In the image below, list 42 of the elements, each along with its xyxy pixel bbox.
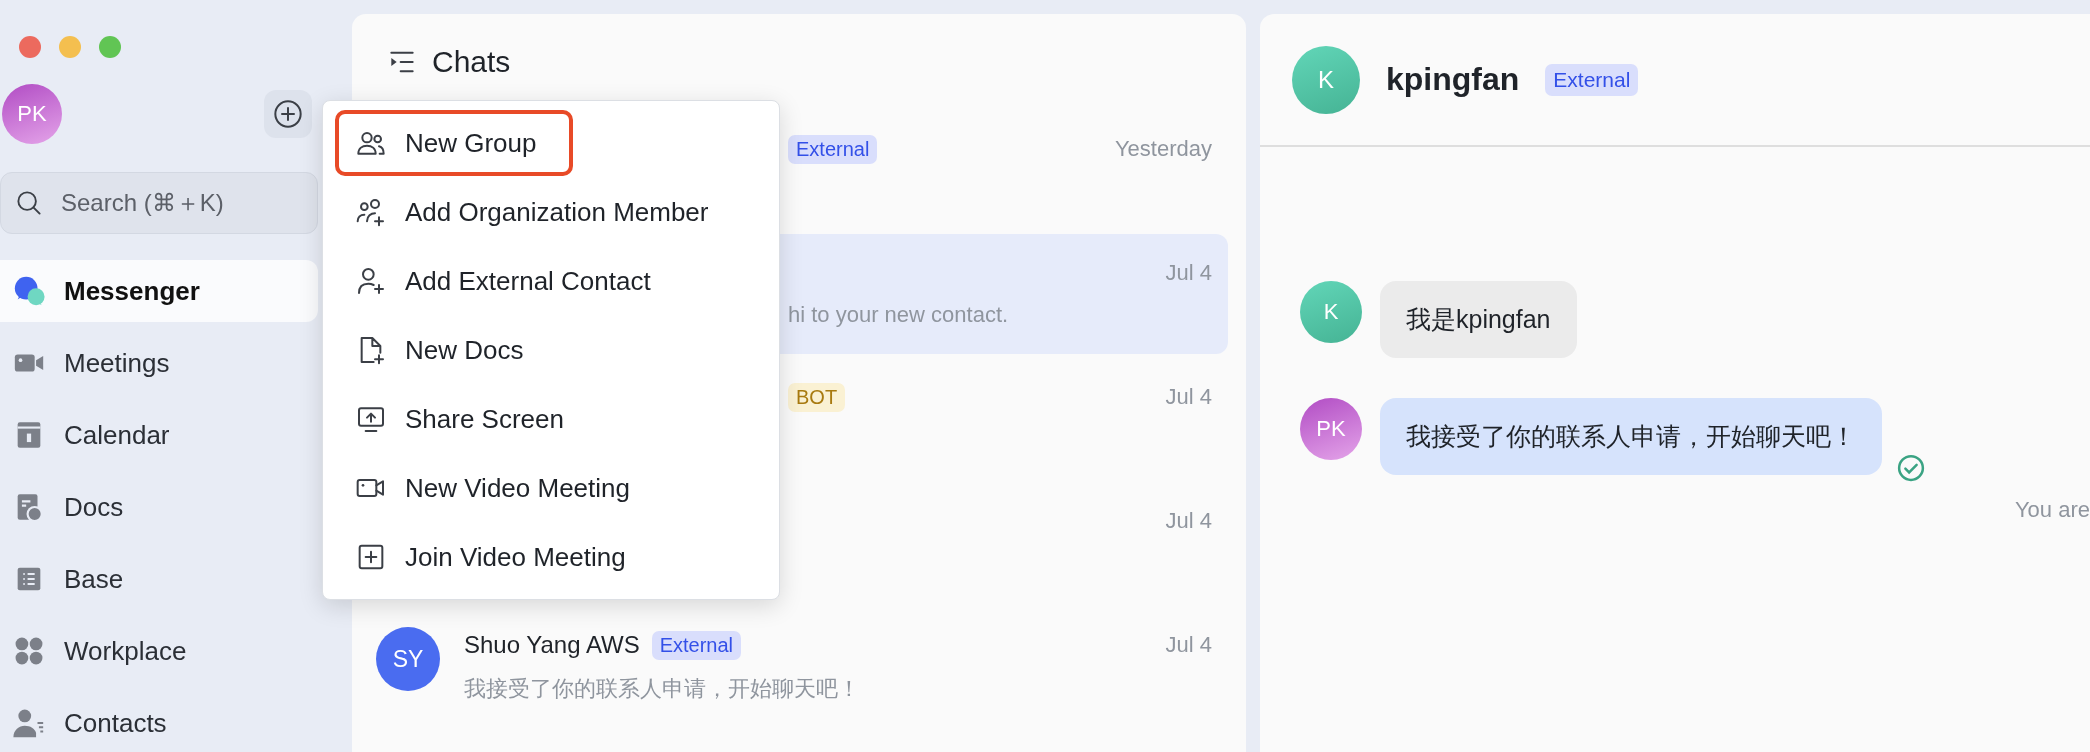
- nav-item[interactable]: Base: [0, 548, 318, 610]
- zoom-icon[interactable]: [99, 36, 121, 58]
- chat-time: Yesterday: [1114, 136, 1212, 162]
- nav-item[interactable]: Messenger: [0, 260, 318, 322]
- chat-preview: 我接受了你的联系人申请，开始聊天吧！: [464, 675, 861, 703]
- menu-item[interactable]: New Video Meeting: [335, 455, 648, 521]
- menu-item[interactable]: Share Screen: [335, 386, 582, 452]
- chat-preview: hi to your new contact.: [788, 302, 1010, 328]
- chat-time: Jul 4: [1165, 260, 1212, 286]
- search-field[interactable]: Search (⌘＋K): [0, 172, 318, 234]
- close-icon[interactable]: [19, 36, 41, 58]
- panel-title: Chats: [432, 45, 511, 79]
- tag-label: BOT: [788, 382, 846, 412]
- tag-label: External: [788, 134, 878, 164]
- add-people-icon: [355, 196, 387, 228]
- minimize-icon[interactable]: [59, 36, 81, 58]
- nav-item[interactable]: Meetings: [0, 332, 318, 394]
- tag-label: External: [651, 630, 742, 660]
- tag-label: External: [1545, 63, 1639, 96]
- add-person-icon: [355, 265, 387, 297]
- avatar: SY: [376, 627, 440, 691]
- chat-row[interactable]: SY Shuo Yang AWS External Jul 4 我接受了你的联系人申请，开始聊天吧！: [366, 606, 1228, 726]
- avatar: PK: [1300, 398, 1362, 460]
- message-bubble: 我接受了你的联系人申请，开始聊天吧！: [1380, 398, 1882, 475]
- new-button[interactable]: [264, 90, 312, 138]
- menu-item[interactable]: New Group: [335, 110, 573, 176]
- chat-name: Shuo Yang AWS: [464, 631, 640, 659]
- avatar: PK: [2, 84, 62, 144]
- nav-item[interactable]: Contacts: [0, 692, 318, 752]
- contact-name: kpingfan: [1386, 61, 1520, 98]
- avatar: K: [1292, 45, 1360, 114]
- message-bubble: 我是kpingfan: [1380, 281, 1577, 358]
- menu-item[interactable]: Join Video Meeting: [335, 524, 644, 590]
- nav-item[interactable]: Calendar: [0, 404, 318, 466]
- nav-item[interactable]: Workplace: [0, 620, 318, 682]
- plus-circle-icon: [272, 98, 304, 130]
- chat-time: Jul 4: [1165, 632, 1212, 658]
- nav-item[interactable]: Docs: [0, 476, 318, 538]
- chat-bubbles-icon: [12, 274, 46, 308]
- avatar: K: [1300, 281, 1362, 343]
- system-notice: You are: [2013, 497, 2090, 523]
- chat-time: Jul 4: [1165, 384, 1212, 410]
